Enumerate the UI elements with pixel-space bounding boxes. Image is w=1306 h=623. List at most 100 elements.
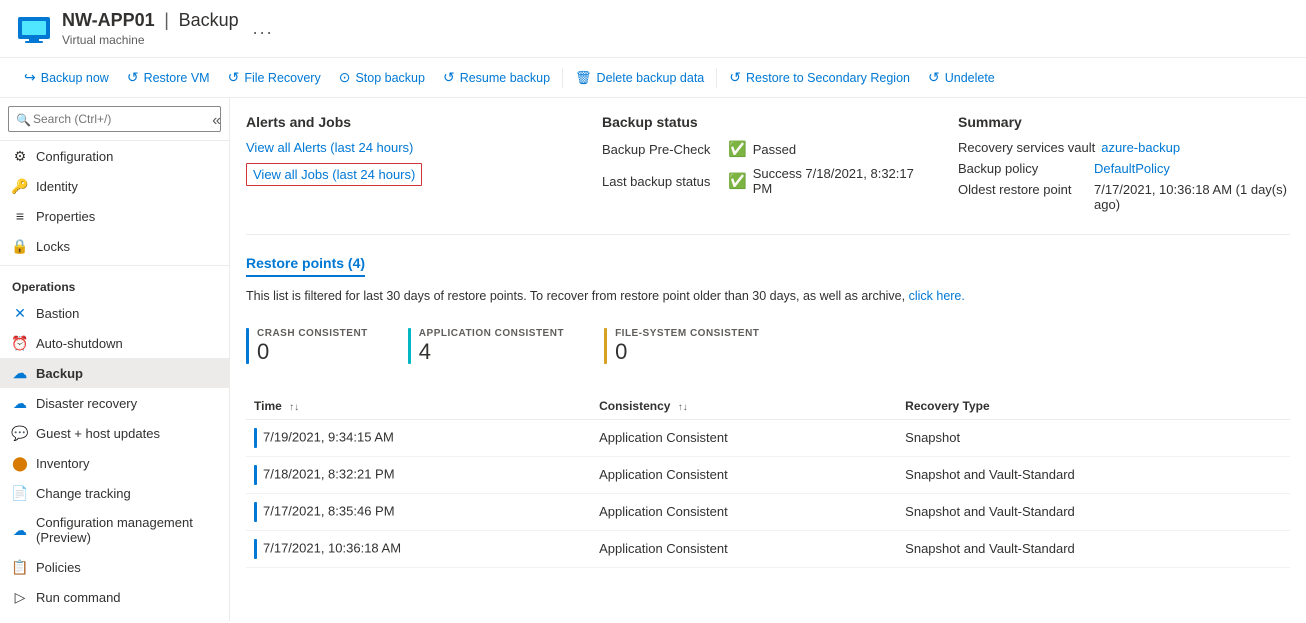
page-name: Backup [179, 10, 239, 30]
configuration-label: Configuration [36, 149, 113, 164]
time-cell: 7/17/2021, 10:36:18 AM [246, 530, 591, 567]
table-header: Time ↑↓ Consistency ↑↓ Recovery Type [246, 393, 1290, 420]
page-title: NW-APP01 | Backup [62, 10, 239, 31]
table-row[interactable]: 7/17/2021, 8:35:46 PMApplication Consist… [246, 493, 1290, 530]
alerts-jobs-section: Alerts and Jobs View all Alerts (last 24… [246, 114, 578, 218]
policy-value-link[interactable]: DefaultPolicy [1094, 161, 1170, 176]
sidebar-items: ⚙ Configuration 🔑 Identity ≡ Properties … [0, 141, 229, 612]
sidebar-item-disaster-recovery[interactable]: ☁ Disaster recovery [0, 388, 229, 418]
policy-row: Backup policy DefaultPolicy [958, 161, 1290, 176]
resume-backup-icon: ↺ [443, 69, 455, 86]
stop-backup-label: Stop backup [355, 71, 425, 85]
table-row[interactable]: 7/18/2021, 8:32:21 PMApplication Consist… [246, 456, 1290, 493]
restore-points-info: This list is filtered for last 30 days o… [246, 287, 1290, 306]
consistency-column-header: Consistency ↑↓ [591, 393, 897, 420]
guest-host-label: Guest + host updates [36, 426, 160, 441]
sidebar-item-identity[interactable]: 🔑 Identity [0, 171, 229, 201]
app-consistent-label: APPLICATION CONSISTENT [419, 328, 564, 339]
toolbar-divider-2 [716, 68, 717, 88]
guest-host-icon: 💬 [12, 425, 28, 441]
separator: | [164, 10, 169, 30]
table-row[interactable]: 7/17/2021, 10:36:18 AM Application Consis… [246, 530, 1290, 567]
vm-name: NW-APP01 [62, 10, 155, 30]
backup-now-label: Backup now [41, 71, 109, 85]
sidebar-divider-1 [0, 265, 229, 266]
sidebar-item-config-management[interactable]: ☁ Configuration management (Preview) [0, 508, 229, 552]
search-icon: 🔍 [16, 113, 31, 127]
inventory-icon: ⬤ [12, 455, 28, 471]
configuration-icon: ⚙ [12, 148, 28, 164]
vault-value-link[interactable]: azure-backup [1101, 140, 1180, 155]
app-consistent-bar [408, 328, 411, 364]
restore-points-section: Restore points (4) This list is filtered… [246, 255, 1290, 568]
sidebar-item-run-command[interactable]: ▷ Run command [0, 582, 229, 612]
last-backup-row: Last backup status ✅ Success 7/18/2021, … [602, 166, 934, 196]
restore-vm-button[interactable]: ↺ Restore VM [119, 64, 218, 91]
backup-status-title: Backup status [602, 114, 934, 130]
file-recovery-label: File Recovery [244, 71, 320, 85]
time-sort-icon[interactable]: ↑↓ [289, 402, 299, 413]
content-area: Alerts and Jobs View all Alerts (last 24… [230, 98, 1306, 621]
alerts-jobs-title: Alerts and Jobs [246, 114, 578, 130]
click-here-link[interactable]: click here. [909, 289, 965, 303]
table-body: 7/19/2021, 9:34:15 AMApplication Consist… [246, 419, 1290, 567]
resume-backup-button[interactable]: ↺ Resume backup [435, 64, 558, 91]
stop-backup-button[interactable]: ⊙ Stop backup [331, 64, 433, 91]
policies-label: Policies [36, 560, 81, 575]
backup-now-button[interactable]: ↩ Backup now [16, 64, 117, 91]
view-all-jobs-link[interactable]: View all Jobs (last 24 hours) [246, 163, 422, 186]
backup-now-icon: ↩ [24, 69, 36, 86]
restore-points-header[interactable]: Restore points (4) [246, 255, 365, 277]
app-consistent-card: APPLICATION CONSISTENT 4 [408, 320, 584, 373]
sidebar-item-change-tracking[interactable]: 📄 Change tracking [0, 478, 229, 508]
file-recovery-icon: ↺ [228, 69, 240, 86]
resume-backup-label: Resume backup [460, 71, 550, 85]
recovery-type-header-label: Recovery Type [905, 399, 990, 413]
page-header: NW-APP01 | Backup Virtual machine ... [0, 0, 1306, 58]
summary-title: Summary [958, 114, 1290, 130]
table-row[interactable]: 7/19/2021, 9:34:15 AMApplication Consist… [246, 419, 1290, 456]
oldest-label: Oldest restore point [958, 182, 1088, 197]
ellipsis-menu[interactable]: ... [253, 18, 274, 39]
search-input[interactable] [8, 106, 221, 132]
app-consistent-info: APPLICATION CONSISTENT 4 [419, 328, 564, 365]
restore-vm-icon: ↺ [127, 69, 139, 86]
consistency-cell: Application Consistent [591, 530, 897, 567]
delete-backup-button[interactable]: 🗑 Delete backup data [567, 65, 712, 91]
main-layout: 🔍 « ⚙ Configuration 🔑 Identity ≡ Propert… [0, 98, 1306, 621]
sidebar-item-guest-host-updates[interactable]: 💬 Guest + host updates [0, 418, 229, 448]
sidebar-item-properties[interactable]: ≡ Properties [0, 201, 229, 231]
consistency-sort-icon[interactable]: ↑↓ [678, 402, 688, 413]
time-value: 7/17/2021, 10:36:18 AM [263, 540, 401, 555]
sidebar-item-configuration[interactable]: ⚙ Configuration [0, 141, 229, 171]
sidebar-item-bastion[interactable]: ✕ Bastion [0, 298, 229, 328]
bastion-icon: ✕ [12, 305, 28, 321]
sidebar-item-backup[interactable]: ☁ Backup [0, 358, 229, 388]
sidebar-collapse-button[interactable]: « [208, 108, 225, 134]
view-all-alerts-link[interactable]: View all Alerts (last 24 hours) [246, 140, 578, 155]
file-recovery-button[interactable]: ↺ File Recovery [220, 64, 329, 91]
sidebar-item-inventory[interactable]: ⬤ Inventory [0, 448, 229, 478]
sidebar-item-auto-shutdown[interactable]: ⏰ Auto-shutdown [0, 328, 229, 358]
stop-backup-icon: ⊙ [339, 69, 351, 86]
recovery-type-cell: Snapshot and Vault-Standard [897, 456, 1290, 493]
undelete-button[interactable]: ↺ Undelete [920, 64, 1003, 91]
config-mgmt-label: Configuration management (Preview) [36, 515, 217, 545]
sidebar-search-area: 🔍 [0, 98, 229, 141]
time-value: 7/17/2021, 8:35:46 PM [263, 503, 395, 518]
consistency-header-label: Consistency [599, 399, 670, 413]
restore-secondary-button[interactable]: ↺ Restore to Secondary Region [721, 64, 918, 91]
properties-icon: ≡ [12, 208, 28, 224]
sidebar-item-policies[interactable]: 📋 Policies [0, 552, 229, 582]
run-command-label: Run command [36, 590, 121, 605]
last-backup-check-icon: ✅ [728, 172, 747, 190]
bastion-label: Bastion [36, 306, 79, 321]
pre-check-row: Backup Pre-Check ✅ Passed [602, 140, 934, 158]
restore-secondary-label: Restore to Secondary Region [746, 71, 910, 85]
time-value: 7/18/2021, 8:32:21 PM [263, 466, 395, 481]
inventory-label: Inventory [36, 456, 89, 471]
sidebar-item-locks[interactable]: 🔒 Locks [0, 231, 229, 261]
crash-consistent-card: CRASH CONSISTENT 0 [246, 320, 388, 373]
file-consistent-count: 0 [615, 339, 759, 365]
last-backup-value: Success 7/18/2021, 8:32:17 PM [753, 166, 934, 196]
